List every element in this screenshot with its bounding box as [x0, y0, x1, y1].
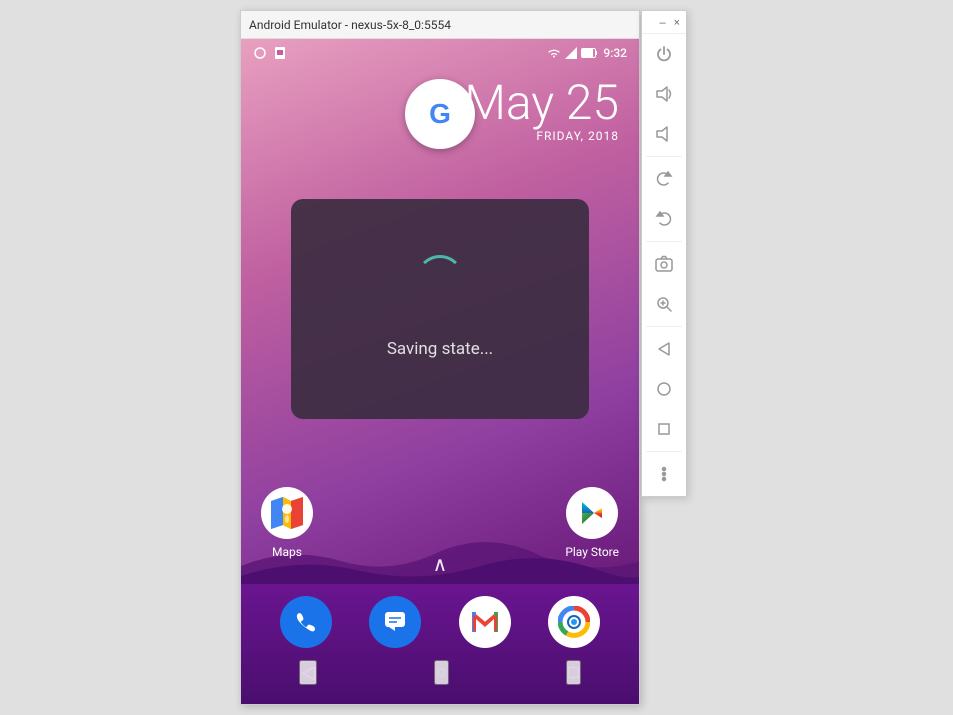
loading-spinner — [410, 249, 470, 309]
sidebar-top-bar: – × — [642, 13, 686, 34]
emulator-window: Android Emulator - nexus-5x-8_0:5554 — [240, 10, 640, 705]
app-dock: ◁ ○ □ — [241, 584, 639, 704]
home-circle-icon — [654, 379, 674, 399]
play-store-icon — [566, 487, 618, 539]
sim-status-icon — [273, 46, 287, 60]
play-store-app-icon-item[interactable]: Play Store — [565, 487, 619, 559]
signal-icon — [565, 47, 577, 59]
home-hw-button[interactable] — [644, 369, 684, 409]
power-button[interactable] — [644, 34, 684, 74]
back-hw-button[interactable] — [644, 329, 684, 369]
messages-icon — [382, 609, 408, 635]
chevron-up-icon: ∧ — [433, 552, 448, 576]
power-icon — [654, 44, 674, 64]
circle-status-icon — [253, 46, 267, 60]
volume-up-icon — [654, 84, 674, 104]
recents-hw-button[interactable] — [644, 409, 684, 449]
dock-apps-row — [241, 584, 639, 656]
sidebar-divider-1 — [646, 156, 681, 157]
phone-icon — [293, 609, 319, 635]
gmail-icon — [471, 611, 499, 633]
status-right-area: 9:32 — [547, 46, 627, 60]
zoom-icon — [654, 294, 674, 314]
rotate-cw-button[interactable] — [644, 159, 684, 199]
back-triangle-icon — [654, 339, 674, 359]
chrome-dock-icon[interactable] — [548, 596, 600, 648]
date-sub: FRIDAY, 2018 — [464, 129, 619, 143]
wifi-icon — [547, 46, 561, 60]
chrome-icon — [558, 606, 590, 638]
more-dots-icon — [654, 464, 674, 484]
date-display: May 25 FRIDAY, 2018 — [464, 79, 619, 143]
close-button[interactable]: × — [672, 17, 682, 29]
play-store-label: Play Store — [565, 545, 619, 559]
volume-down-icon — [654, 124, 674, 144]
time-display: 9:32 — [603, 46, 627, 60]
title-bar: Android Emulator - nexus-5x-8_0:5554 — [241, 11, 639, 39]
volume-up-button[interactable] — [644, 74, 684, 114]
status-left-icons — [253, 46, 287, 60]
rotate-cw-icon — [654, 169, 674, 189]
maps-icon — [261, 487, 313, 539]
rotate-ccw-icon — [654, 209, 674, 229]
gmail-dock-icon[interactable] — [459, 596, 511, 648]
sidebar-divider-2 — [646, 241, 681, 242]
volume-down-button[interactable] — [644, 114, 684, 154]
rotate-ccw-button[interactable] — [644, 199, 684, 239]
recents-nav-button[interactable]: □ — [566, 660, 581, 685]
sidebar-controls: – × — [641, 10, 687, 497]
minimize-button[interactable]: – — [657, 17, 667, 29]
maps-app-icon-item[interactable]: Maps — [261, 487, 313, 559]
zoom-button[interactable] — [644, 284, 684, 324]
maps-label: Maps — [272, 545, 302, 559]
recents-square-icon — [654, 419, 674, 439]
date-main: May 25 — [464, 79, 619, 127]
spinner-arc — [416, 255, 464, 303]
phone-screen[interactable]: 9:32 G May 25 FRIDAY, 2018 Saving state.… — [241, 39, 639, 704]
sidebar-divider-3 — [646, 326, 681, 327]
saving-text: Saving state... — [387, 339, 493, 359]
messages-dock-icon[interactable] — [369, 596, 421, 648]
navigation-bar: ◁ ○ □ — [241, 656, 639, 693]
screenshot-button[interactable] — [644, 244, 684, 284]
phone-dock-icon[interactable] — [280, 596, 332, 648]
app-icons-row: Maps — [261, 487, 619, 559]
back-nav-button[interactable]: ◁ — [299, 660, 317, 685]
status-bar: 9:32 — [241, 39, 639, 67]
window-title: Android Emulator - nexus-5x-8_0:5554 — [249, 18, 451, 32]
battery-icon — [581, 47, 599, 59]
home-nav-button[interactable]: ○ — [434, 660, 449, 685]
play-store-svg — [578, 499, 606, 527]
saving-state-dialog: Saving state... — [291, 199, 589, 419]
sidebar-divider-4 — [646, 451, 681, 452]
camera-icon — [654, 254, 674, 274]
swipe-up-hint: ∧ — [433, 552, 448, 576]
more-button[interactable] — [644, 454, 684, 494]
